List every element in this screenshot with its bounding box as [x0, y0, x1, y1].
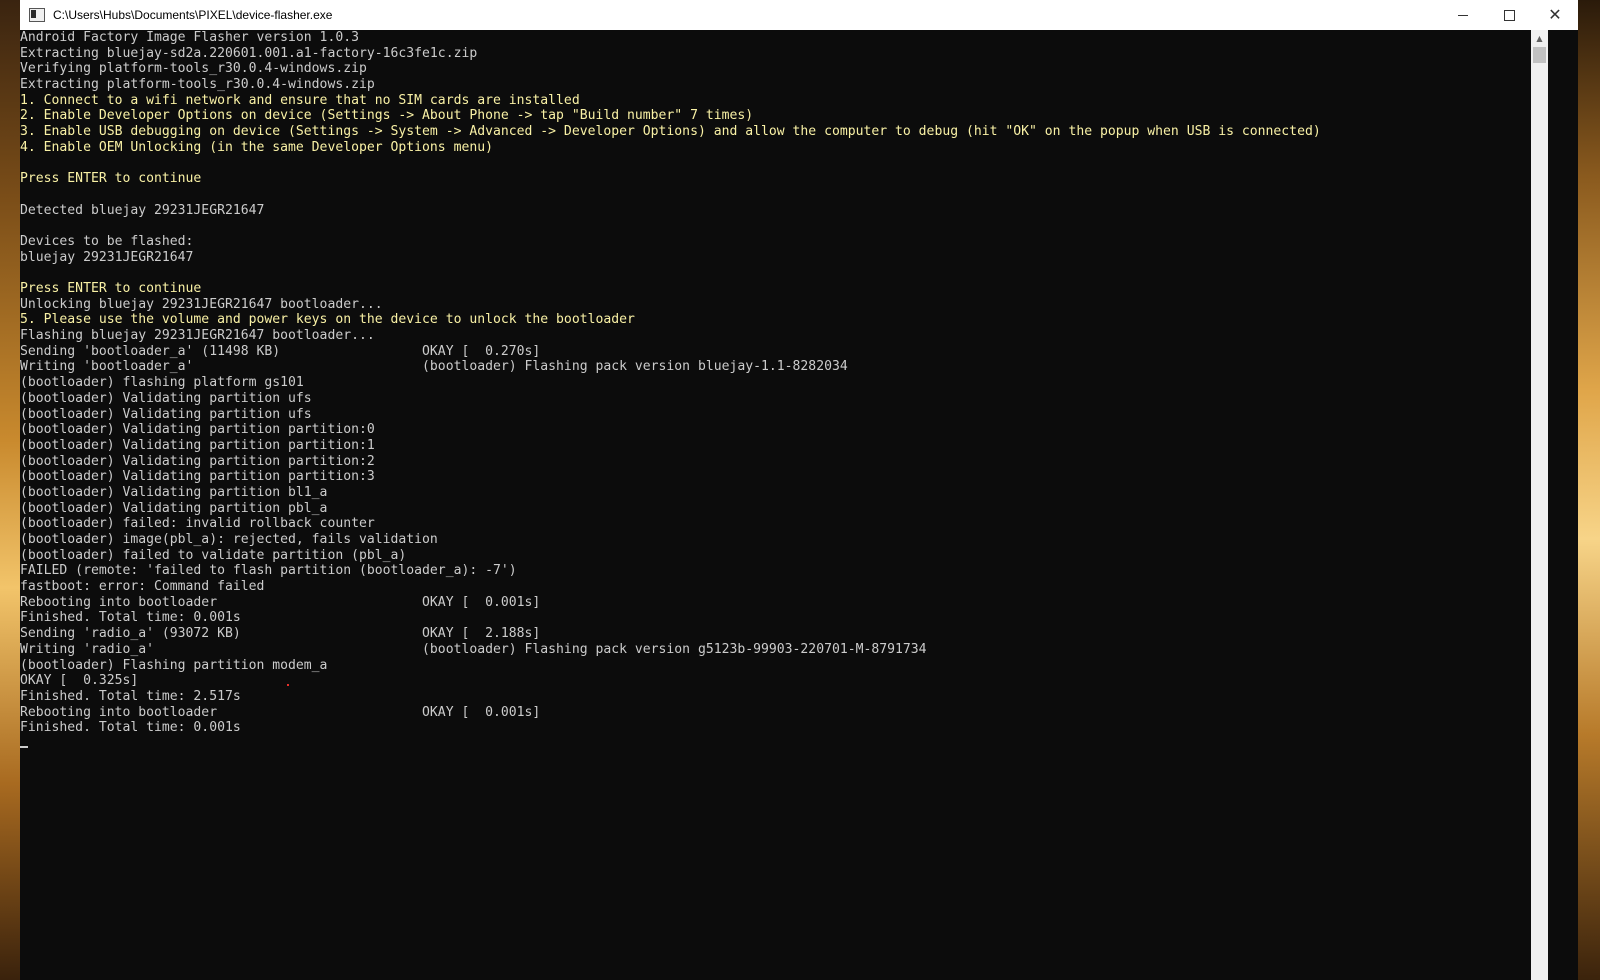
desktop-wallpaper-left [0, 0, 20, 980]
console-app-icon[interactable] [29, 8, 45, 22]
console-line: Writing 'radio_a' (bootloader) Flashing … [20, 641, 927, 657]
stray-red-pixel [287, 684, 289, 686]
console-line: (bootloader) failed to validate partitio… [20, 547, 407, 563]
console-line: bluejay 29231JEGR21647 [20, 249, 194, 265]
console-line: (bootloader) Validating partition partit… [20, 453, 375, 469]
scroll-up-arrow-icon[interactable]: ▲ [1531, 30, 1548, 47]
console-line: Rebooting into bootloader OKAY [ 0.001s] [20, 704, 541, 720]
console-line: 3. Enable USB debugging on device (Setti… [20, 124, 1321, 140]
console-line: Detected bluejay 29231JEGR21647 [20, 202, 265, 218]
window-controls: ✕ [1440, 0, 1578, 30]
console-window: C:\Users\Hubs\Documents\PIXEL\device-fla… [20, 0, 1578, 980]
maximize-button[interactable] [1486, 0, 1532, 30]
console-output[interactable]: Android Factory Image Flasher version 1.… [20, 30, 1531, 980]
console-line: Sending 'radio_a' (93072 KB) OKAY [ 2.18… [20, 626, 541, 642]
console-line: (bootloader) flashing platform gs101 [20, 375, 304, 391]
console-line: (bootloader) Validating partition partit… [20, 437, 375, 453]
console-line: Flashing bluejay 29231JEGR21647 bootload… [20, 328, 375, 344]
maximize-icon [1503, 9, 1515, 21]
console-line: Verifying platform-tools_r30.0.4-windows… [20, 61, 367, 77]
vertical-scrollbar[interactable]: ▲ [1531, 30, 1548, 980]
console-line: Finished. Total time: 2.517s [20, 688, 241, 704]
console-line: Devices to be flashed: [20, 233, 194, 249]
window-title: C:\Users\Hubs\Documents\PIXEL\device-fla… [53, 8, 333, 22]
close-icon: ✕ [1548, 5, 1562, 24]
console-line: (bootloader) Validating partition pbl_a [20, 500, 328, 516]
console-line: Finished. Total time: 0.001s [20, 720, 241, 736]
console-line: (bootloader) Validating partition partit… [20, 469, 375, 485]
close-button[interactable]: ✕ [1532, 0, 1578, 30]
console-line: (bootloader) Validating partition partit… [20, 422, 375, 438]
scroll-thumb[interactable] [1533, 47, 1546, 63]
console-line: Press ENTER to continue [20, 171, 202, 187]
console-line: (bootloader) Validating partition bl1_a [20, 484, 328, 500]
console-line: OKAY [ 0.325s] [20, 673, 139, 689]
console-line: (bootloader) Flashing partition modem_a [20, 657, 328, 673]
console-lines: Android Factory Image Flasher version 1.… [20, 30, 1531, 736]
console-line: 2. Enable Developer Options on device (S… [20, 108, 754, 124]
console-line: Extracting platform-tools_r30.0.4-window… [20, 77, 375, 93]
console-line: Finished. Total time: 0.001s [20, 610, 241, 626]
console-line: FAILED (remote: 'failed to flash partiti… [20, 563, 517, 579]
console-line: Rebooting into bootloader OKAY [ 0.001s] [20, 594, 541, 610]
console-line: 1. Connect to a wifi network and ensure … [20, 92, 580, 108]
console-line: (bootloader) Validating partition ufs [20, 406, 312, 422]
console-line: Unlocking bluejay 29231JEGR21647 bootloa… [20, 296, 383, 312]
minimize-icon [1458, 14, 1468, 16]
console-line: (bootloader) failed: invalid rollback co… [20, 516, 375, 532]
console-line: 4. Enable OEM Unlocking (in the same Dev… [20, 139, 493, 155]
text-cursor [20, 746, 28, 748]
console-line: Writing 'bootloader_a' (bootloader) Flas… [20, 359, 848, 375]
console-line: Android Factory Image Flasher version 1.… [20, 30, 359, 45]
desktop-wallpaper-right [1578, 0, 1600, 980]
console-line: (bootloader) Validating partition ufs [20, 390, 312, 406]
console-line: fastboot: error: Command failed [20, 579, 265, 595]
minimize-button[interactable] [1440, 0, 1486, 30]
console-line: 5. Please use the volume and power keys … [20, 312, 635, 328]
console-line: Extracting bluejay-sd2a.220601.001.a1-fa… [20, 45, 478, 61]
console-line: (bootloader) image(pbl_a): rejected, fai… [20, 532, 438, 547]
console-line: Sending 'bootloader_a' (11498 KB) OKAY [… [20, 343, 541, 359]
console-line: Press ENTER to continue [20, 281, 202, 296]
title-bar[interactable]: C:\Users\Hubs\Documents\PIXEL\device-fla… [20, 0, 1578, 30]
